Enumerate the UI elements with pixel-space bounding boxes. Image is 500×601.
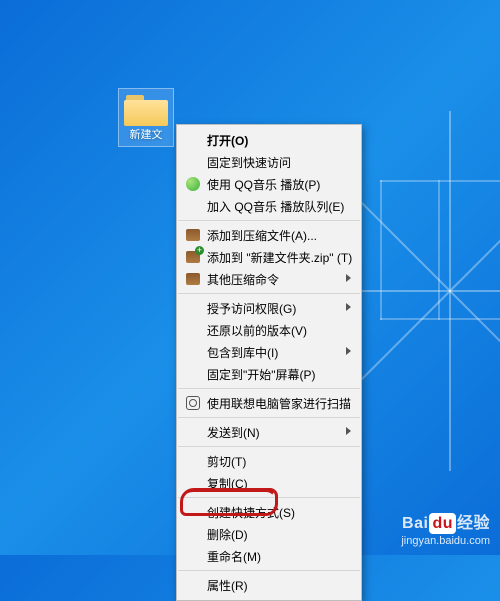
menu-item-other-compress[interactable]: 其他压缩命令 xyxy=(177,268,361,290)
archive-add-icon xyxy=(185,249,201,265)
menu-item-lenovo-scan[interactable]: 使用联想电脑管家进行扫描 xyxy=(177,392,361,414)
menu-separator xyxy=(178,417,360,418)
menu-item-add-to-zip[interactable]: 添加到 "新建文件夹.zip" (T) xyxy=(177,246,361,268)
menu-item-label: 包含到库中(I) xyxy=(207,344,278,361)
menu-item-cut[interactable]: 剪切(T) xyxy=(177,450,361,472)
menu-separator xyxy=(178,446,360,447)
menu-item-label: 还原以前的版本(V) xyxy=(207,322,307,339)
archive-icon xyxy=(185,271,201,287)
menu-item-restore-previous[interactable]: 还原以前的版本(V) xyxy=(177,319,361,341)
menu-item-add-qqmusic-queue[interactable]: 加入 QQ音乐 播放队列(E) xyxy=(177,195,361,217)
menu-item-open[interactable]: 打开(O) xyxy=(177,129,361,151)
menu-item-label: 其他压缩命令 xyxy=(207,271,279,288)
menu-item-label: 加入 QQ音乐 播放队列(E) xyxy=(207,198,344,215)
menu-item-label: 重命名(M) xyxy=(207,548,261,565)
menu-item-label: 打开(O) xyxy=(207,132,248,149)
archive-icon xyxy=(185,227,201,243)
annotation-highlight xyxy=(180,488,278,516)
menu-item-properties[interactable]: 属性(R) xyxy=(177,574,361,596)
qqmusic-icon xyxy=(185,176,201,192)
desktop-folder-icon[interactable]: 新建文 xyxy=(118,88,174,147)
menu-item-delete[interactable]: 删除(D) xyxy=(177,523,361,545)
menu-separator xyxy=(178,570,360,571)
scan-icon xyxy=(185,395,201,411)
watermark-brand-prefix: Bai xyxy=(402,515,428,532)
menu-item-label: 剪切(T) xyxy=(207,453,246,470)
watermark-url: jingyan.baidu.com xyxy=(401,534,490,549)
menu-item-pin-quick-access[interactable]: 固定到快速访问 xyxy=(177,151,361,173)
menu-item-add-to-archive[interactable]: 添加到压缩文件(A)... xyxy=(177,224,361,246)
folder-icon xyxy=(124,93,168,127)
menu-item-play-qqmusic[interactable]: 使用 QQ音乐 播放(P) xyxy=(177,173,361,195)
menu-item-label: 固定到"开始"屏幕(P) xyxy=(207,366,316,383)
watermark-brand: Baidu经验 xyxy=(401,513,490,535)
menu-separator xyxy=(178,220,360,221)
chevron-right-icon xyxy=(346,347,351,355)
menu-item-pin-start[interactable]: 固定到"开始"屏幕(P) xyxy=(177,363,361,385)
menu-separator xyxy=(178,293,360,294)
menu-item-label: 添加到压缩文件(A)... xyxy=(207,227,317,244)
chevron-right-icon xyxy=(346,274,351,282)
watermark-brand-suffix: 经验 xyxy=(457,515,490,532)
menu-item-label: 授予访问权限(G) xyxy=(207,300,296,317)
watermark-brand-mid: du xyxy=(429,513,456,535)
menu-item-label: 发送到(N) xyxy=(207,424,260,441)
menu-item-rename[interactable]: 重命名(M) xyxy=(177,545,361,567)
menu-item-label: 使用联想电脑管家进行扫描 xyxy=(207,395,351,412)
watermark: Baidu经验 jingyan.baidu.com xyxy=(401,513,490,549)
menu-item-label: 使用 QQ音乐 播放(P) xyxy=(207,176,320,193)
menu-separator xyxy=(178,388,360,389)
context-menu: 打开(O) 固定到快速访问 使用 QQ音乐 播放(P) 加入 QQ音乐 播放队列… xyxy=(176,124,362,601)
folder-label: 新建文 xyxy=(119,129,173,142)
menu-item-label: 添加到 "新建文件夹.zip" (T) xyxy=(207,249,352,266)
chevron-right-icon xyxy=(346,303,351,311)
menu-item-label: 属性(R) xyxy=(207,577,248,594)
chevron-right-icon xyxy=(346,427,351,435)
menu-item-label: 删除(D) xyxy=(207,526,248,543)
menu-item-send-to[interactable]: 发送到(N) xyxy=(177,421,361,443)
menu-item-grant-access[interactable]: 授予访问权限(G) xyxy=(177,297,361,319)
menu-item-include-library[interactable]: 包含到库中(I) xyxy=(177,341,361,363)
menu-item-label: 固定到快速访问 xyxy=(207,154,291,171)
